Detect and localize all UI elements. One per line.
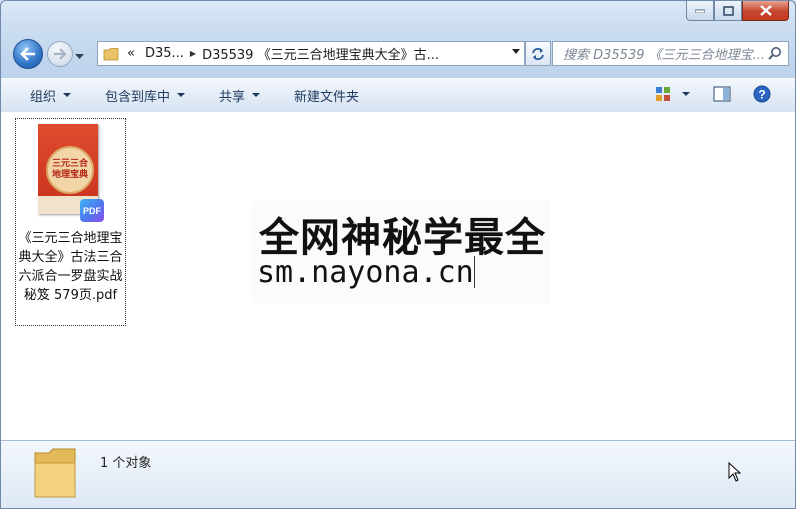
cover-title: 三元三合地理宝典	[46, 146, 94, 194]
close-icon	[759, 5, 772, 16]
chevron-down-icon	[75, 54, 84, 59]
back-arrow-icon	[20, 47, 35, 61]
refresh-button[interactable]	[525, 41, 551, 66]
back-button[interactable]	[13, 39, 43, 69]
share-label: 共享	[219, 89, 246, 105]
breadcrumb-separator-icon[interactable]: ▶	[190, 49, 196, 58]
view-options-icon	[656, 87, 670, 101]
minimize-button[interactable]	[686, 1, 714, 21]
details-pane: 1 个对象	[1, 440, 795, 508]
new-folder-label: 新建文件夹	[294, 89, 360, 105]
organize-label: 组织	[30, 89, 57, 105]
watermark-image: 全网神秘学最全 sm.nayona.cn	[251, 201, 550, 303]
refresh-icon	[532, 47, 544, 60]
search-placeholder[interactable]: 搜索 D35539 《三元三合地理宝...	[553, 44, 768, 63]
chevron-down-icon	[177, 93, 186, 97]
folder-icon	[103, 47, 119, 60]
search-box[interactable]: 搜索 D35539 《三元三合地理宝...	[552, 41, 789, 66]
address-history-dropdown-icon[interactable]	[512, 49, 520, 55]
include-in-library-label: 包含到库中	[105, 89, 171, 105]
organize-menu[interactable]: 组织	[30, 86, 72, 105]
change-view-button[interactable]	[655, 86, 690, 102]
view-controls: ?	[655, 85, 771, 103]
item-count: 1 个对象	[100, 456, 152, 471]
pdf-badge-icon: PDF	[80, 199, 104, 222]
text-caret	[473, 256, 475, 288]
minimize-icon	[695, 9, 705, 13]
explorer-window: « D35... ▶ D35539 《三元三合地理宝典大全》古... 搜索 D3…	[0, 0, 796, 509]
file-list-area[interactable]: 三元三合地理宝典 PDF 《三元三合地理宝典大全》古法三合六派合一罗盘实战秘笈 …	[1, 112, 795, 440]
file-item-pdf[interactable]: 三元三合地理宝典 PDF 《三元三合地理宝典大全》古法三合六派合一罗盘实战秘笈 …	[15, 118, 126, 326]
share-menu[interactable]: 共享	[219, 86, 261, 105]
maximize-icon	[722, 5, 734, 16]
maximize-button[interactable]	[714, 1, 742, 21]
help-icon[interactable]: ?	[753, 85, 771, 103]
include-in-library-menu[interactable]: 包含到库中	[105, 86, 186, 105]
svg-text:?: ?	[758, 88, 765, 102]
recent-pages-dropdown[interactable]	[75, 49, 84, 63]
forward-arrow-icon	[54, 48, 67, 60]
chevron-down-icon	[682, 92, 690, 96]
navigation-bar: « D35... ▶ D35539 《三元三合地理宝典大全》古... 搜索 D3…	[11, 39, 789, 69]
address-bar[interactable]: « D35... ▶ D35539 《三元三合地理宝典大全》古...	[97, 41, 525, 66]
watermark-line2: sm.nayona.cn	[257, 255, 475, 290]
breadcrumb-segment-current[interactable]: D35539 《三元三合地理宝典大全》古...	[202, 44, 439, 63]
folder-icon	[34, 448, 76, 498]
new-folder-button[interactable]: 新建文件夹	[294, 86, 359, 105]
caption-buttons	[686, 1, 789, 21]
mouse-pointer-icon	[728, 462, 742, 482]
search-icon[interactable]	[768, 46, 782, 60]
breadcrumb-segment-parent[interactable]: D35...	[145, 46, 184, 61]
close-button[interactable]	[742, 1, 789, 21]
chevron-down-icon	[63, 93, 72, 97]
command-bar: 组织 包含到库中 共享 新建文件夹 ?	[1, 77, 795, 113]
address-overflow[interactable]: «	[127, 46, 135, 61]
preview-pane-icon[interactable]	[713, 86, 731, 102]
file-name[interactable]: 《三元三合地理宝典大全》古法三合六派合一罗盘实战秘笈 579页.pdf	[16, 229, 125, 305]
chevron-down-icon	[252, 93, 261, 97]
forward-button[interactable]	[47, 41, 73, 67]
watermark-url: sm.nayona.cn	[257, 255, 474, 290]
